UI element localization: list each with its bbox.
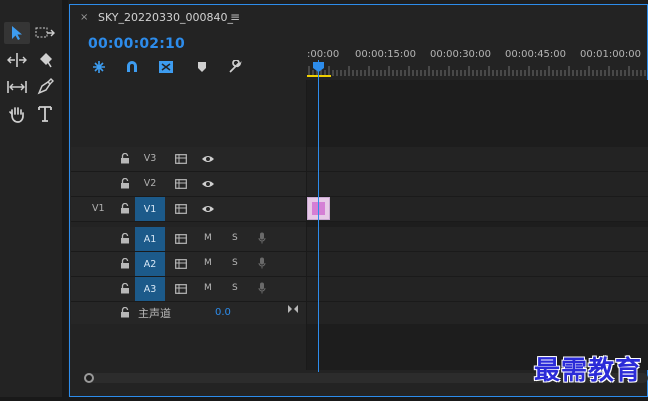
snap-magnet-icon[interactable] xyxy=(124,59,140,75)
master-track-label: 主声道 xyxy=(138,307,171,320)
linked-selection-icon[interactable] xyxy=(158,59,174,75)
lock-icon[interactable] xyxy=(120,307,130,318)
eye-icon[interactable] xyxy=(201,179,215,189)
solo-button[interactable]: S xyxy=(232,283,238,293)
tools-panel xyxy=(0,0,62,401)
track-lane-v2[interactable] xyxy=(307,172,648,196)
ruler-label: 00:00:45:00 xyxy=(505,49,567,60)
toggle-sync-lock-icon[interactable] xyxy=(175,259,187,269)
panel-divider xyxy=(62,0,68,401)
nest-sequence-icon[interactable] xyxy=(91,59,107,75)
track-lane-v1[interactable] xyxy=(307,197,648,221)
track-divider xyxy=(71,196,648,197)
track-area xyxy=(307,80,648,370)
toggle-sync-lock-icon[interactable] xyxy=(175,179,187,189)
track-target-a3[interactable]: A3 xyxy=(135,277,165,301)
microphone-icon[interactable] xyxy=(258,282,266,294)
timeline-settings-wrench-icon[interactable] xyxy=(227,59,243,75)
mute-button[interactable]: M xyxy=(204,258,212,268)
ruler-label: 00:00:30:00 xyxy=(430,49,492,60)
close-tab-icon[interactable]: × xyxy=(80,12,88,23)
track-lane-a3[interactable] xyxy=(307,277,648,301)
track-divider xyxy=(71,276,648,277)
toggle-sync-lock-icon[interactable] xyxy=(175,284,187,294)
mute-button[interactable]: M xyxy=(204,283,212,293)
track-select-tool-icon[interactable] xyxy=(32,22,58,44)
mute-button[interactable]: M xyxy=(204,233,212,243)
lock-icon[interactable] xyxy=(120,258,130,269)
track-header-v3 xyxy=(71,147,307,171)
track-name[interactable]: V2 xyxy=(139,178,161,189)
hand-tool-icon[interactable] xyxy=(4,103,30,125)
slip-tool-icon[interactable] xyxy=(4,76,30,98)
eye-icon[interactable] xyxy=(201,204,215,214)
track-divider xyxy=(71,171,648,172)
toggle-sync-lock-icon[interactable] xyxy=(175,154,187,164)
toggle-sync-lock-icon[interactable] xyxy=(175,234,187,244)
microphone-icon[interactable] xyxy=(258,232,266,244)
in-out-range-bar xyxy=(307,75,331,77)
solo-button[interactable]: S xyxy=(232,258,238,268)
track-divider xyxy=(71,221,648,222)
track-divider xyxy=(71,301,648,302)
lock-icon[interactable] xyxy=(120,153,130,164)
scrollbar-handle[interactable] xyxy=(84,373,94,383)
add-marker-icon[interactable] xyxy=(194,59,210,75)
source-patch-v1[interactable]: V1 xyxy=(92,203,105,214)
track-lane-v3[interactable] xyxy=(307,147,648,171)
toggle-sync-lock-icon[interactable] xyxy=(175,204,187,214)
track-header-a2 xyxy=(71,252,307,276)
track-divider xyxy=(71,251,648,252)
track-header-v1 xyxy=(71,197,307,221)
lock-icon[interactable] xyxy=(120,178,130,189)
ruler-label: :00:00 xyxy=(307,49,340,60)
track-name[interactable]: V3 xyxy=(139,153,161,164)
track-target-a2[interactable]: A2 xyxy=(135,252,165,276)
type-tool-icon[interactable] xyxy=(32,103,58,125)
solo-button[interactable]: S xyxy=(232,233,238,243)
sequence-tab-title[interactable]: SKY_20220330_000840_ xyxy=(98,11,233,24)
eye-icon[interactable] xyxy=(201,154,215,164)
lock-icon[interactable] xyxy=(120,233,130,244)
track-header-a3 xyxy=(71,277,307,301)
track-lane-a1[interactable] xyxy=(307,227,648,251)
watermark-logo: 最需教育 xyxy=(533,356,642,386)
playhead-timecode[interactable]: 00:00:02:10 xyxy=(88,36,185,52)
playhead-line[interactable] xyxy=(318,60,319,372)
header-divider xyxy=(306,80,307,370)
go-to-end-icon[interactable] xyxy=(287,304,299,314)
track-target-a1[interactable]: A1 xyxy=(135,227,165,251)
lock-icon[interactable] xyxy=(120,283,130,294)
track-header-v2 xyxy=(71,172,307,196)
playhead-handle-icon[interactable] xyxy=(313,62,324,72)
master-volume-value[interactable]: 0.0 xyxy=(215,307,231,318)
lock-icon[interactable] xyxy=(120,203,130,214)
ripple-edit-tool-icon[interactable] xyxy=(4,49,30,71)
track-target-v1[interactable]: V1 xyxy=(135,197,165,221)
window-bottom-edge xyxy=(0,397,648,401)
microphone-icon[interactable] xyxy=(258,257,266,269)
ruler-label: 00:00:15:00 xyxy=(355,49,417,60)
panel-menu-icon[interactable]: ≡ xyxy=(230,10,240,24)
track-header-master xyxy=(71,302,307,324)
pen-tool-icon[interactable] xyxy=(32,76,58,98)
selection-tool-icon[interactable] xyxy=(4,22,30,44)
track-header-a1 xyxy=(71,227,307,251)
track-lane-a2[interactable] xyxy=(307,252,648,276)
razor-tool-icon[interactable] xyxy=(32,49,58,71)
ruler-label: 00:01:00:00 xyxy=(580,49,642,60)
track-lane-master[interactable] xyxy=(307,302,648,324)
time-ruler[interactable] xyxy=(307,65,648,77)
